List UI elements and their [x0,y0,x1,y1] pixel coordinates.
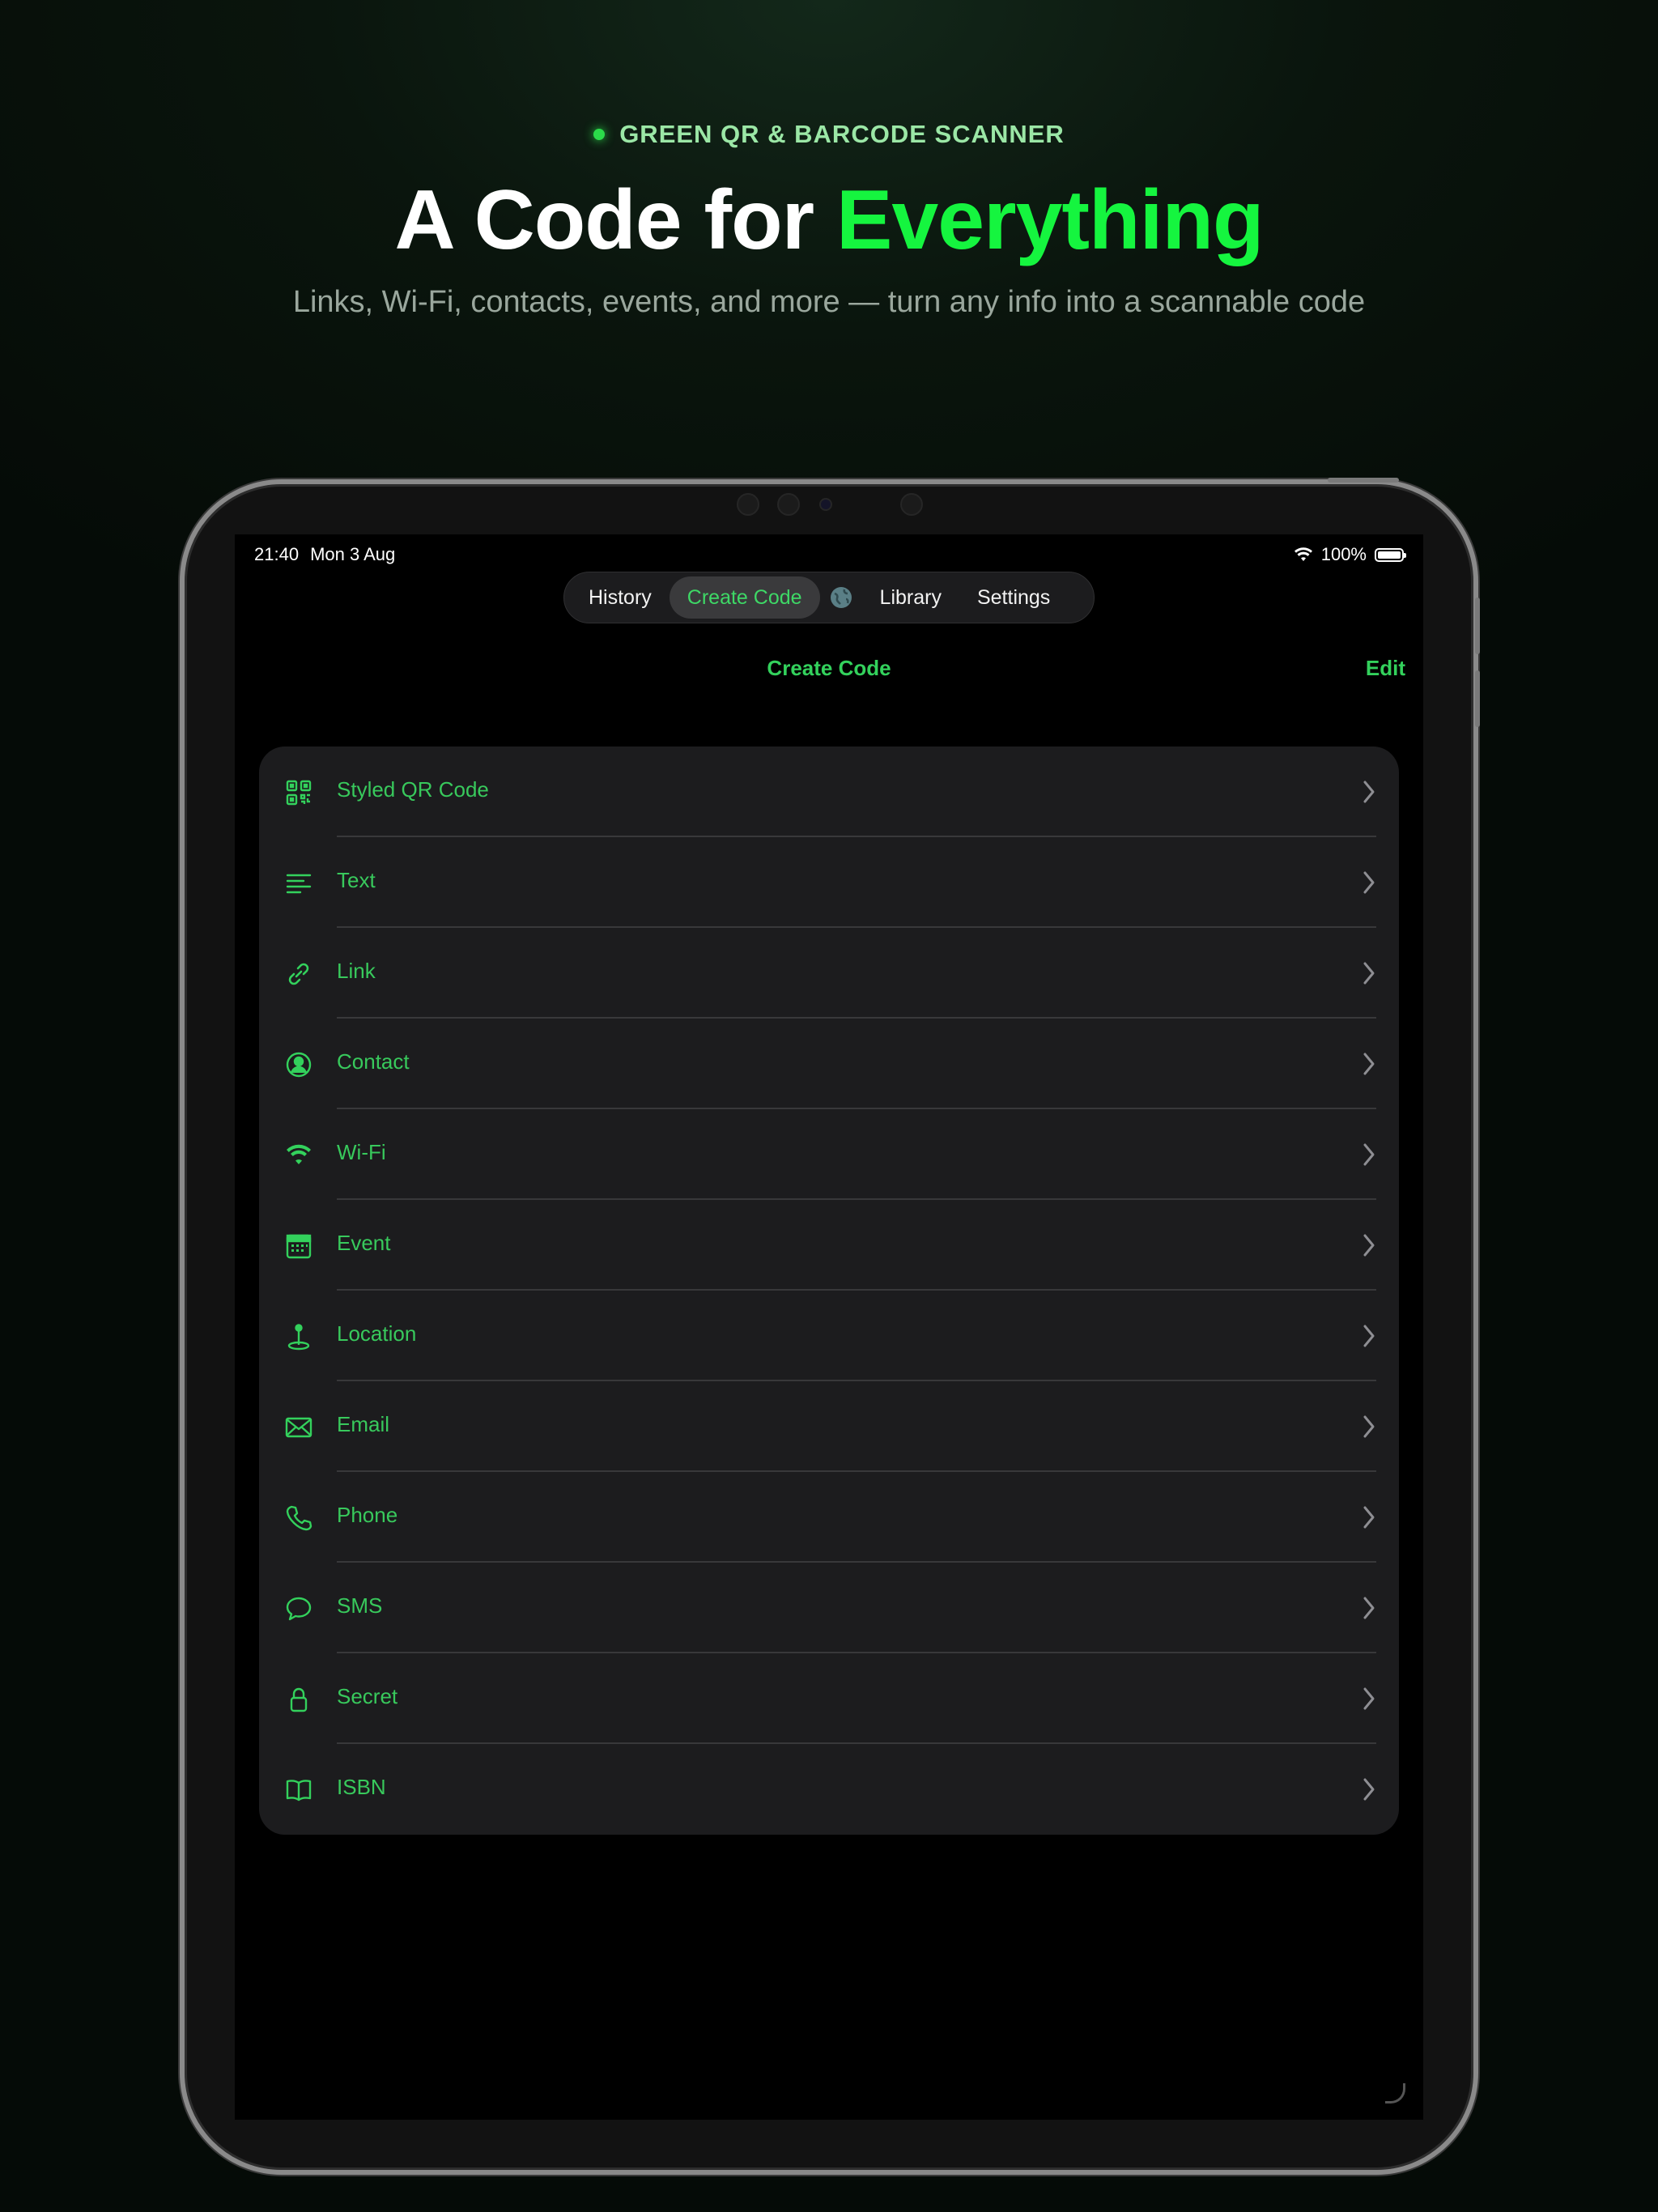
status-bar: 21:40 Mon 3 Aug 100% [254,544,1406,568]
list-item-label: Text [337,868,376,892]
chevron-right-icon [1363,1597,1375,1619]
wifi-icon [285,1142,312,1169]
message-bubble-icon [285,1595,312,1623]
list-item-label: Link [337,959,376,983]
device-volume-up [1475,598,1480,654]
headline-text: A Code for [394,173,837,267]
list-item-contact[interactable]: Contact [259,1019,1399,1109]
chevron-right-icon [1363,871,1375,894]
list-item-label: Wi-Fi [337,1140,386,1164]
list-item-label: Styled QR Code [337,777,489,802]
list-item-phone[interactable]: Phone [259,1472,1399,1563]
chevron-right-icon [1363,781,1375,803]
list-item-label: Email [337,1412,390,1436]
list-item-wifi[interactable]: Wi-Fi [259,1109,1399,1200]
list-item-text[interactable]: Text [259,837,1399,928]
chevron-right-icon [1363,1778,1375,1801]
text-lines-icon [285,870,312,897]
tab-library[interactable]: Library [862,576,959,619]
tab-settings[interactable]: Settings [959,576,1068,619]
list-item-event[interactable]: Event [259,1200,1399,1291]
chevron-right-icon [1363,1415,1375,1438]
list-item-styled-qr-code[interactable]: Styled QR Code [259,747,1399,837]
create-code-list: Styled QR Code Text Link Contact Wi-Fi E… [259,747,1399,1835]
chevron-right-icon [1363,1234,1375,1257]
page-title: Create Code [767,656,891,680]
list-item-label: ISBN [337,1775,386,1799]
headline: A Code for Everything [0,172,1658,269]
list-item-link[interactable]: Link [259,928,1399,1019]
list-item-isbn[interactable]: ISBN [259,1744,1399,1835]
camera-sensor [737,493,759,516]
map-pin-icon [285,1323,312,1351]
calendar-icon [285,1232,312,1260]
eyebrow-label: GREEN QR & BARCODE SCANNER [619,120,1065,148]
status-date: Mon 3 Aug [310,544,396,564]
qr-code-icon [285,779,312,806]
camera-lens [819,498,832,511]
battery-percent: 100% [1320,544,1367,564]
app-screen: 21:40 Mon 3 Aug 100% History Create Code… [235,534,1423,2120]
chevron-right-icon [1363,1325,1375,1347]
chevron-right-icon [1363,1506,1375,1529]
tab-history[interactable]: History [571,576,670,619]
phone-icon [285,1504,312,1532]
tab-bar: History Create Code Library Settings [563,572,1095,623]
status-time: 21:40 [254,544,300,564]
headline-accent: Everything [836,173,1264,267]
list-item-label: Contact [337,1049,410,1074]
camera-sensor [777,493,800,516]
subheadline: Links, Wi-Fi, contacts, events, and more… [292,285,1366,319]
wifi-status-icon [1294,547,1312,561]
lock-icon [285,1686,312,1713]
link-icon [285,960,312,988]
list-item-email[interactable]: Email [259,1381,1399,1472]
chevron-right-icon [1363,1053,1375,1075]
list-item-secret[interactable]: Secret [259,1653,1399,1744]
envelope-icon [285,1414,312,1441]
resize-corner-indicator [1385,2083,1405,2104]
chevron-right-icon [1363,962,1375,985]
battery-icon [1375,547,1406,562]
camera-sensor [900,493,923,516]
list-item-label: SMS [337,1593,383,1618]
list-item-location[interactable]: Location [259,1291,1399,1381]
globe-icon[interactable] [830,586,852,609]
list-item-label: Secret [337,1684,398,1708]
device-volume-down [1475,670,1480,727]
list-item-label: Phone [337,1503,398,1527]
person-circle-icon [285,1051,312,1078]
list-item-label: Location [337,1321,417,1346]
edit-button[interactable]: Edit [1366,656,1405,681]
list-item-label: Event [337,1231,391,1255]
chevron-right-icon [1363,1143,1375,1166]
device-top-button [1328,478,1399,483]
eyebrow: GREEN QR & BARCODE SCANNER [0,120,1658,149]
list-item-sms[interactable]: SMS [259,1563,1399,1653]
tab-create-code[interactable]: Create Code [669,576,820,619]
book-icon [285,1776,312,1804]
green-dot-icon [593,129,606,140]
chevron-right-icon [1363,1687,1375,1710]
